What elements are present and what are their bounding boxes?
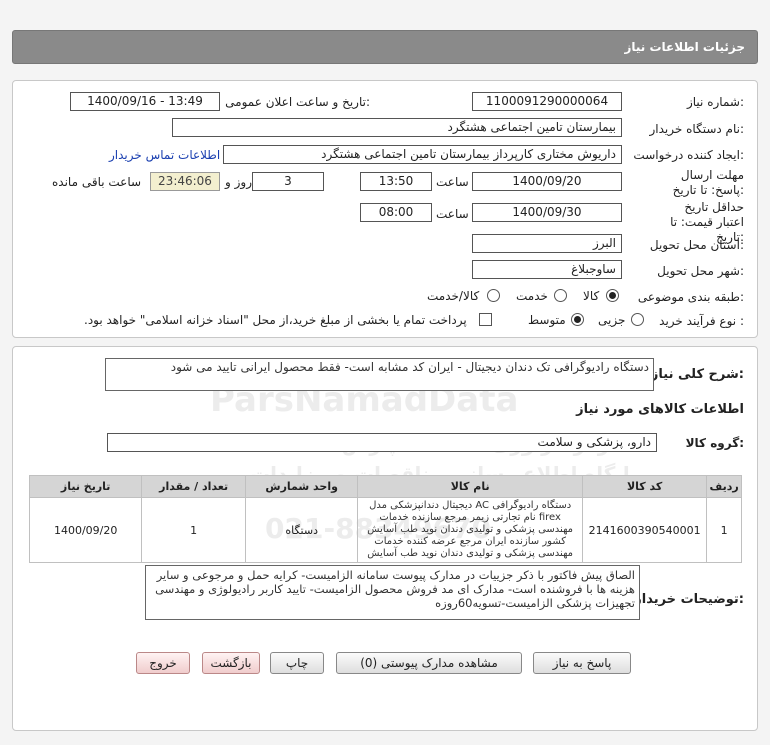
reply-button[interactable]: پاسخ به نیاز — [533, 652, 631, 674]
deadline-time-label: ساعت — [436, 175, 469, 189]
page-title: جزئیات اطلاعات نیاز — [624, 40, 745, 54]
cell-row-number: 1 — [706, 497, 742, 563]
col-unit: واحد شمارش — [245, 475, 359, 498]
goods-table: تاریخ نیاز تعداد / مقدار واحد شمارش نام … — [28, 475, 742, 563]
goods-group-field: دارو، پزشکی و سلامت — [107, 433, 657, 452]
cell-goods-code: 2141600390540001 — [581, 497, 708, 563]
need-number-label: شماره نیاز: — [686, 95, 744, 109]
requester-field: داریوش مختاری کارپرداز بیمارستان تامین ا… — [223, 145, 622, 164]
col-need-date: تاریخ نیاز — [28, 475, 143, 498]
category-label: طبقه بندی موضوعی: — [637, 290, 744, 304]
deadline-time-field: 13:50 — [360, 172, 432, 191]
view-attachments-button[interactable]: مشاهده مدارک پیوستی (0) — [336, 652, 522, 674]
description-box: دستگاه رادیوگرافی تک دندان دیجیتال - ایر… — [105, 358, 654, 391]
treasury-payment-note: پرداخت تمام یا بخشی از مبلغ خرید،از محل … — [84, 313, 467, 327]
buyer-contact-link[interactable]: اطلاعات تماس خریدار — [109, 148, 220, 162]
announce-datetime-field: 1400/09/16 - 13:49 — [70, 92, 220, 111]
category-option-service: خدمت — [516, 289, 548, 303]
send-deadline-label: مهلت ارسال پاسخ: تا تاریخ: — [672, 168, 744, 197]
purchase-radio-minor[interactable] — [631, 313, 644, 326]
table-row: 1400/09/20 1 دستگاه دستگاه رادیوگرافی AC… — [28, 497, 742, 563]
category-option-goods-service: کالا/خدمت — [427, 289, 480, 303]
validity-time-label: ساعت — [436, 207, 469, 221]
buyer-notes-box: الصاق پیش فاکتور با ذکر جزییات در مدارک … — [145, 565, 640, 620]
purchase-type-label: نوع فرآیند خرید : — [659, 314, 744, 328]
buyer-name-field: بیمارستان تامین اجتماعی هشتگرد — [172, 118, 622, 137]
table-header-row: تاریخ نیاز تعداد / مقدار واحد شمارش نام … — [28, 475, 742, 498]
col-goods-name: نام کالا — [357, 475, 583, 498]
remaining-label: ساعت باقی مانده — [52, 175, 142, 189]
city-field: ساوجبلاغ — [472, 260, 622, 279]
category-radio-goods-service[interactable] — [487, 289, 500, 302]
buyer-name-label: نام دستگاه خریدار: — [649, 122, 745, 136]
purchase-radio-medium[interactable] — [571, 313, 584, 326]
province-field: البرز — [472, 234, 622, 253]
exit-button[interactable]: خروج — [136, 652, 190, 674]
goods-group-label: گروه کالا: — [685, 436, 744, 450]
need-number-field: 1100091290000064 — [472, 92, 622, 111]
day-and-label: روز و — [225, 175, 252, 189]
cell-unit: دستگاه — [245, 497, 359, 563]
validity-time-field: 08:00 — [360, 203, 432, 222]
city-label: شهر محل تحویل: — [657, 264, 744, 278]
buyer-notes-label: توضیحات خریدار: — [634, 592, 744, 607]
announce-datetime-label: تاریخ و ساعت اعلان عمومی: — [225, 95, 370, 109]
page-header: جزئیات اطلاعات نیاز — [12, 30, 758, 64]
days-remaining-field: 3 — [252, 172, 324, 191]
category-option-goods: کالا — [583, 289, 600, 303]
province-label: استان محل تحویل: — [649, 238, 744, 252]
col-row-number: ردیف — [706, 475, 742, 498]
validity-date-field: 1400/09/30 — [472, 203, 622, 222]
cell-goods-name: دستگاه رادیوگرافی AC دیجیتال دندانپزشکی … — [357, 497, 583, 563]
print-button[interactable]: چاپ — [270, 652, 324, 674]
goods-info-heading: اطلاعات کالاهای مورد نیاز — [576, 402, 744, 417]
requester-label: ایجاد کننده درخواست: — [633, 148, 744, 162]
description-label: شرح کلی نیاز: — [650, 367, 744, 382]
treasury-payment-checkbox[interactable] — [479, 313, 492, 326]
category-radio-goods[interactable] — [606, 289, 619, 302]
countdown-timer: 23:46:06 — [150, 172, 220, 191]
purchase-option-minor: جزیی — [598, 313, 626, 327]
cell-quantity: 1 — [141, 497, 247, 563]
deadline-date-field: 1400/09/20 — [472, 172, 622, 191]
purchase-option-medium: متوسط — [528, 313, 566, 327]
col-quantity: تعداد / مقدار — [141, 475, 247, 498]
cell-need-date: 1400/09/20 — [28, 497, 143, 563]
category-radio-service[interactable] — [554, 289, 567, 302]
back-button[interactable]: بازگشت — [202, 652, 260, 674]
col-goods-code: کد کالا — [581, 475, 708, 498]
